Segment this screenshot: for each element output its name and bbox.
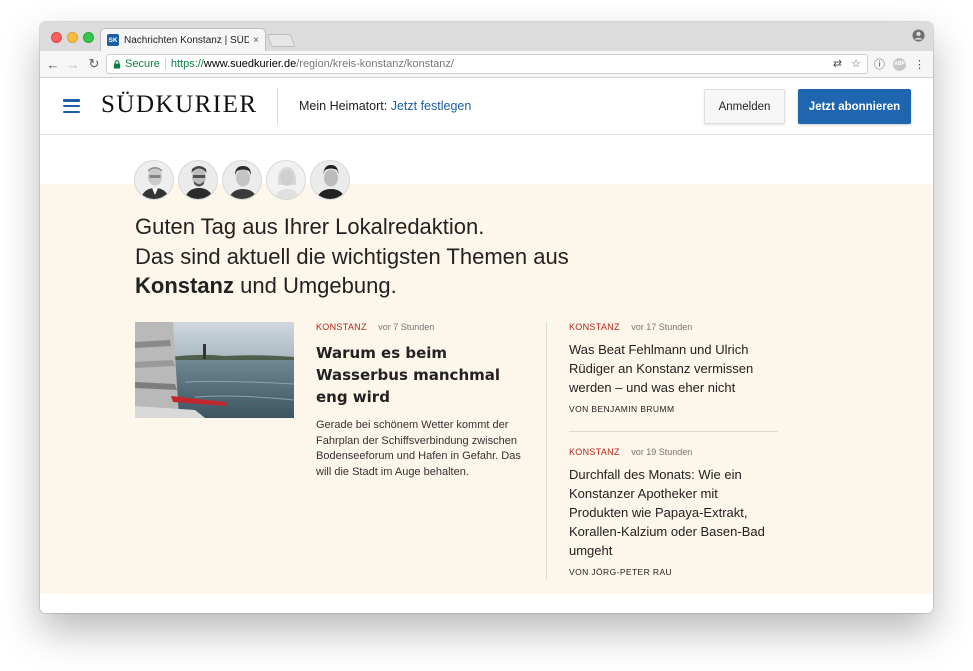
address-bar[interactable]: Secure https://www.suedkurier.de/region/… bbox=[106, 54, 868, 74]
avatar bbox=[222, 160, 262, 200]
category-label[interactable]: KONSTANZ bbox=[316, 322, 367, 332]
lead-article-teaser: Gerade bei schönem Wetter kommt der Fahr… bbox=[316, 419, 521, 478]
side-article-meta: KONSTANZ vor 19 Stunden bbox=[569, 447, 779, 457]
new-tab-button[interactable] bbox=[266, 34, 296, 47]
tab-strip: SK Nachrichten Konstanz | SÜDKURIER × bbox=[40, 22, 933, 51]
lead-article-meta: KONSTANZ vor 7 Stunden bbox=[316, 322, 526, 332]
lead-article: KONSTANZ vor 7 Stunden Warum es beim Was… bbox=[316, 322, 526, 480]
back-arrow-icon[interactable]: ← bbox=[45, 56, 61, 72]
article-author: VON BENJAMIN BRUMM bbox=[569, 404, 675, 414]
lock-icon bbox=[113, 59, 121, 69]
sk-favicon-icon: SK bbox=[107, 34, 119, 46]
forward-arrow-icon[interactable]: → bbox=[65, 56, 81, 72]
adblock-icon[interactable]: ABP bbox=[893, 57, 906, 71]
greeting-line-2: Das sind aktuell die wichtigsten Themen … bbox=[135, 243, 569, 269]
login-button[interactable]: Anmelden bbox=[704, 89, 785, 124]
avatar bbox=[178, 160, 218, 200]
avatar bbox=[266, 160, 306, 200]
url-scheme: https:// bbox=[170, 58, 204, 70]
menu-dots-icon[interactable]: ⋮ bbox=[914, 58, 925, 71]
side-article: KONSTANZ vor 19 Stunden Durchfall des Mo… bbox=[569, 447, 779, 577]
city-name: Konstanz bbox=[135, 273, 234, 298]
article-author: VON JÖRG-PETER RAU bbox=[569, 567, 673, 577]
tab-title: Nachrichten Konstanz | SÜDKURIER bbox=[124, 34, 250, 46]
url-host: www.suedkurier.de bbox=[203, 58, 297, 70]
subscribe-button[interactable]: Jetzt abonnieren bbox=[798, 89, 911, 124]
greeting-heading: Guten Tag aus Ihrer Lokalredaktion. Das … bbox=[135, 212, 569, 301]
timestamp: vor 7 Stunden bbox=[378, 322, 435, 332]
star-icon[interactable]: ☆ bbox=[851, 57, 861, 70]
greeting-line-1: Guten Tag aus Ihrer Lokalredaktion. bbox=[135, 214, 485, 239]
timestamp: vor 17 Stunden bbox=[631, 322, 693, 332]
heimatort-selector: Mein Heimatort: Jetzt festlegen bbox=[299, 99, 471, 113]
avatar bbox=[310, 160, 350, 200]
main-content: Guten Tag aus Ihrer Lokalredaktion. Das … bbox=[40, 136, 933, 613]
greeting-line-3-rest: und Umgebung. bbox=[240, 273, 397, 298]
site-header: SÜDKURIER Mein Heimatort: Jetzt festlege… bbox=[40, 78, 933, 135]
lead-article-image[interactable] bbox=[135, 322, 294, 418]
close-window-button[interactable] bbox=[51, 32, 62, 43]
article-divider bbox=[569, 431, 778, 432]
hamburger-menu-icon[interactable] bbox=[63, 99, 80, 114]
secure-label: Secure bbox=[125, 58, 160, 70]
reload-icon[interactable]: ↻ bbox=[86, 56, 102, 72]
browser-window: SK Nachrichten Konstanz | SÜDKURIER × ← … bbox=[40, 22, 933, 613]
column-divider bbox=[546, 322, 547, 579]
site-logo[interactable]: SÜDKURIER bbox=[101, 91, 258, 119]
side-article-title[interactable]: Was Beat Fehlmann und Ulrich Rüdiger an … bbox=[569, 340, 779, 397]
browser-tab[interactable]: SK Nachrichten Konstanz | SÜDKURIER × bbox=[100, 28, 266, 51]
browser-toolbar: ← → ↻ Secure https://www.suedkurier.de/r… bbox=[40, 51, 933, 78]
lead-article-title[interactable]: Warum es beim Wasserbus manchmal eng wir… bbox=[316, 342, 526, 408]
category-label[interactable]: KONSTANZ bbox=[569, 447, 620, 457]
header-divider bbox=[277, 88, 278, 125]
category-label[interactable]: KONSTANZ bbox=[569, 322, 620, 332]
timestamp: vor 19 Stunden bbox=[631, 447, 693, 457]
heimatort-label: Mein Heimatort: bbox=[299, 99, 388, 113]
editor-avatars bbox=[134, 160, 350, 200]
greeting-line-3: Konstanz und Umgebung. bbox=[135, 271, 569, 301]
profile-icon[interactable] bbox=[912, 29, 925, 42]
url-path: /region/kreis-konstanz/konstanz/ bbox=[296, 58, 454, 70]
side-article-title[interactable]: Durchfall des Monats: Wie ein Konstanzer… bbox=[569, 465, 779, 560]
tab-close-icon[interactable]: × bbox=[253, 35, 259, 46]
maximize-window-button[interactable] bbox=[83, 32, 94, 43]
translate-icon[interactable]: ⇄ bbox=[833, 57, 842, 70]
side-article-meta: KONSTANZ vor 17 Stunden bbox=[569, 322, 779, 332]
heimatort-link[interactable]: Jetzt festlegen bbox=[391, 99, 472, 113]
separator bbox=[164, 58, 166, 70]
side-article: KONSTANZ vor 17 Stunden Was Beat Fehlman… bbox=[569, 322, 779, 414]
minimize-window-button[interactable] bbox=[67, 32, 78, 43]
avatar bbox=[134, 160, 174, 200]
info-icon[interactable]: ⓘ bbox=[874, 56, 885, 72]
